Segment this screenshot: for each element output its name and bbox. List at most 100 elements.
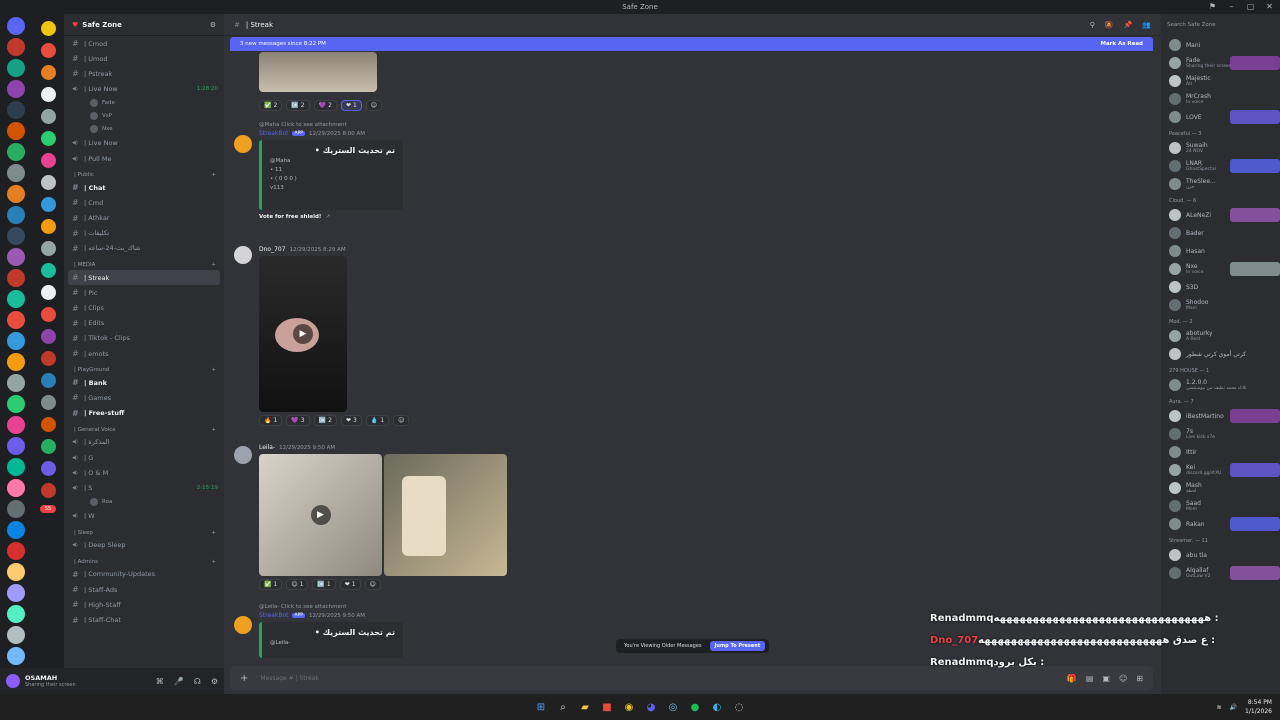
channel-item[interactable]: # | Pic [64,285,224,300]
channel-item[interactable]: ◀) | Live Now 1:28:20 [64,82,224,97]
member-item[interactable]: abu tla [1161,546,1280,564]
channel-item[interactable]: # | Bank [64,375,224,390]
add-reaction-icon[interactable]: ☺ [393,415,410,426]
channel-item[interactable]: ◀) | Live Now [64,136,224,151]
server-icon[interactable] [40,329,56,344]
message-author[interactable]: Dno_707 [259,246,286,253]
avatar[interactable] [234,616,252,634]
server-icon[interactable] [40,483,56,498]
channel-item[interactable]: # | Staff-Ads [64,582,224,597]
server-icon[interactable] [7,542,25,560]
server-icon[interactable] [7,17,25,35]
channel-item[interactable]: # | Edits [64,316,224,331]
channel-item[interactable]: ◀) | Pull Me [64,151,224,166]
start-icon[interactable]: ⊞ [533,699,549,715]
voice-user[interactable]: VsP [64,110,224,123]
channel-item[interactable]: # | Pstreak [64,66,224,81]
channel-item[interactable]: # | Free-stuff [64,406,224,421]
threads-icon[interactable]: ⚲ [1090,21,1095,29]
category-header[interactable]: | General Voice + [64,421,224,435]
pin-icon[interactable]: 📌 [1124,21,1133,29]
add-reaction-icon[interactable]: ☺ [365,100,383,111]
server-icon[interactable] [7,647,25,665]
server-icon[interactable] [7,206,25,224]
reply-preview[interactable]: @Maha Click to see attachment [259,122,403,128]
headphones-icon[interactable]: ☊ [194,677,201,686]
server-icon[interactable] [7,605,25,623]
image-attachment[interactable] [259,52,377,92]
server-icon[interactable] [40,285,56,300]
wifi-icon[interactable]: ≋ [1217,704,1222,711]
avatar[interactable] [234,135,252,153]
server-icon[interactable] [7,563,25,581]
search-icon[interactable]: ⌕ [555,699,571,715]
add-reaction-icon[interactable]: ☺ [364,579,381,590]
minimize-icon[interactable]: – [1227,2,1236,11]
member-item[interactable]: Saad Mom [1161,497,1280,515]
external-link-icon[interactable]: ↗ [325,214,330,220]
member-item[interactable]: Nxe In voice [1161,260,1280,278]
server-icon[interactable] [7,500,25,518]
member-item[interactable]: Mash لحظة [1161,479,1280,497]
member-item[interactable]: iBestMartino [1161,407,1280,425]
server-icon[interactable] [7,416,25,434]
channel-item[interactable]: ◀) | G [64,450,224,465]
server-icon[interactable] [7,164,25,182]
member-item[interactable]: Rakan [1161,515,1280,533]
server-icon[interactable] [40,263,56,278]
server-icon[interactable] [40,43,56,58]
category-header[interactable]: | Public + [64,166,224,180]
gift-icon[interactable]: 🎁 [1067,674,1077,683]
server-icon[interactable] [7,479,25,497]
reaction-button[interactable]: ✅ 1 [259,579,283,590]
reaction-button[interactable]: 💜 2 [313,100,337,111]
plus-icon[interactable]: + [211,427,216,433]
mark-as-read-button[interactable]: Mark As Read [1100,41,1143,47]
server-icon[interactable] [40,65,56,80]
add-member-icon[interactable]: ⚙ [210,21,216,29]
reaction-button[interactable]: ❤ 1 [339,579,361,590]
channel-item[interactable]: # | Cmod [64,36,224,51]
server-icon[interactable] [40,461,56,476]
app-icon-2[interactable]: ◌ [731,699,747,715]
close-icon[interactable]: ✕ [1265,2,1274,11]
clock[interactable]: 8:54 PM 1/1/2026 [1245,698,1272,716]
member-item[interactable]: 1.2.0.0 ثلاثاء محمد نطيف من بيوستنسي [1161,376,1280,394]
plus-icon[interactable]: + [211,530,216,536]
member-item[interactable]: Majestic Áit [1161,72,1280,90]
member-item[interactable]: Suwaih 24 NOV [1161,139,1280,157]
emoji-icon[interactable]: ☺ [1119,674,1127,683]
reaction-button[interactable]: 💜 3 [286,415,310,426]
reaction-button[interactable]: 🔥 1 [259,415,283,426]
channel-item[interactable]: # | Games [64,390,224,405]
server-icon[interactable] [7,374,25,392]
avatar[interactable] [234,446,252,464]
plus-icon[interactable]: + [211,262,216,268]
video-attachment[interactable]: ▶ [259,454,382,576]
gif-icon[interactable]: ▤ [1086,674,1094,683]
channel-item[interactable]: ◀) | المذكرة [64,435,224,450]
server-icon[interactable] [40,439,56,454]
server-icon[interactable] [40,373,56,388]
microphone-icon[interactable]: 🎤 [174,677,184,686]
server-icon[interactable] [7,332,25,350]
server-icon[interactable] [40,21,56,36]
channel-item[interactable]: # | Clips [64,300,224,315]
server-icon[interactable] [7,122,25,140]
member-item[interactable]: Fade Sharing their screen [1161,54,1280,72]
server-icon[interactable] [40,219,56,234]
maximize-icon[interactable]: ▢ [1246,2,1255,11]
member-item[interactable]: Hasan [1161,242,1280,260]
server-icon[interactable] [40,175,56,190]
plus-icon[interactable]: + [211,559,216,565]
add-attachment-icon[interactable]: + [240,673,248,684]
server-icon[interactable] [40,417,56,432]
server-icon[interactable] [7,269,25,287]
server-icon[interactable] [7,290,25,308]
channel-item[interactable]: # | Community-Updates [64,567,224,582]
channel-item[interactable]: # | تكليفات [64,226,224,241]
member-item[interactable]: LOVE [1161,108,1280,126]
gamepad-icon[interactable]: ⌘ [156,677,164,686]
server-icon[interactable] [7,38,25,56]
new-messages-banner[interactable]: 3 new messages since 8:22 PM Mark As Rea… [230,37,1153,51]
